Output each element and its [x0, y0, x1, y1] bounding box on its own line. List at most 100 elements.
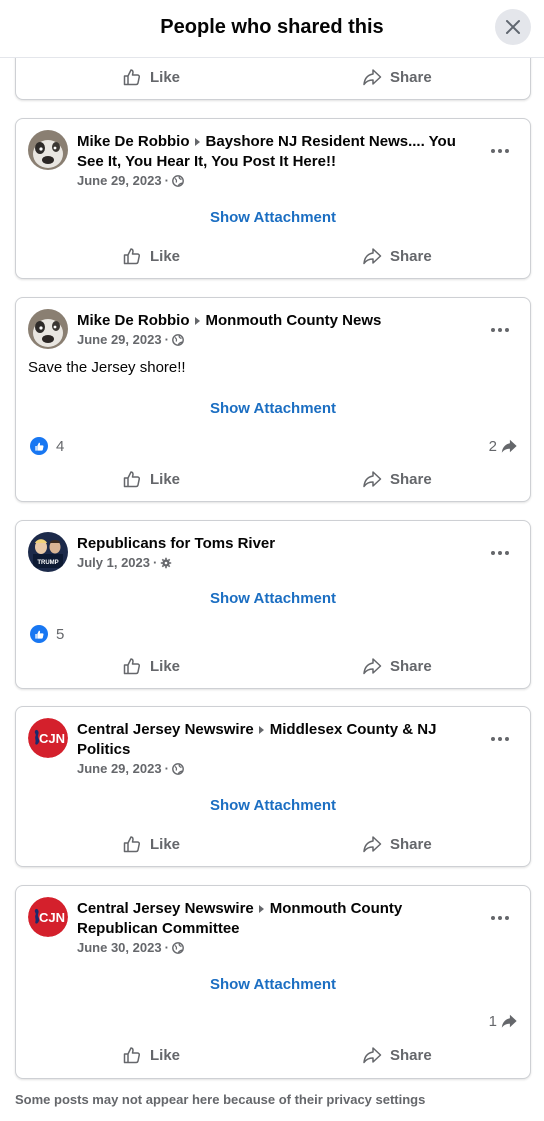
post-card: CJN Central Jersey Newswire Middlesex Cou…	[15, 706, 531, 867]
like-label: Like	[150, 835, 181, 853]
like-label: Like	[150, 657, 181, 675]
dog-avatar-icon	[28, 309, 68, 349]
globe-icon	[172, 763, 184, 775]
show-attachment-link[interactable]: Show Attachment	[16, 400, 530, 417]
cjn-logo-icon: CJN	[28, 718, 68, 758]
svg-text:CJN: CJN	[39, 731, 65, 746]
post-card: TRUMP Republicans for Toms River July 1,…	[15, 520, 531, 689]
share-label: Share	[390, 835, 432, 853]
like-icon	[123, 1047, 141, 1064]
post-card: Like Share	[15, 58, 531, 100]
like-icon	[123, 69, 141, 86]
share-label: Share	[390, 1046, 432, 1064]
post-card: CJN Central Jersey Newswire Monmouth Coun…	[15, 885, 531, 1079]
share-icon	[363, 658, 382, 675]
group-settings-icon	[161, 557, 172, 569]
author-name[interactable]: Central Jersey Newswire	[77, 900, 254, 917]
like-icon	[123, 836, 141, 853]
post-card: Mike De Robbio Monmouth County News June …	[15, 297, 531, 502]
show-attachment-link[interactable]: Show Attachment	[16, 797, 530, 814]
reaction-summary[interactable]: 5	[30, 625, 64, 643]
show-attachment-link[interactable]: Show Attachment	[16, 209, 530, 226]
more-options-icon[interactable]	[490, 915, 510, 921]
post-date[interactable]: June 29, 2023	[77, 173, 162, 188]
like-button[interactable]: Like	[122, 469, 180, 489]
share-icon	[363, 1047, 382, 1064]
caret-right-icon	[194, 137, 200, 146]
svg-text:CJN: CJN	[39, 910, 65, 925]
like-label: Like	[150, 1046, 181, 1064]
share-button[interactable]: Share	[362, 834, 432, 854]
caret-right-icon	[258, 904, 264, 913]
dialog-header: People who shared this	[0, 0, 544, 58]
share-button[interactable]: Share	[362, 469, 432, 489]
share-label: Share	[390, 68, 432, 86]
share-label: Share	[390, 470, 432, 488]
svg-text:TRUMP: TRUMP	[37, 560, 58, 566]
post-date[interactable]: June 30, 2023	[77, 940, 162, 955]
like-reaction-icon	[30, 625, 48, 643]
shares-list[interactable]: Like Share Mike De Robbio Bayshore NJ Res…	[0, 58, 544, 1083]
privacy-note: Some posts may not appear here because o…	[15, 1092, 426, 1107]
share-button[interactable]: Share	[362, 1045, 432, 1065]
globe-icon	[172, 942, 184, 954]
share-icon	[363, 248, 382, 265]
reaction-summary[interactable]: 4	[30, 437, 64, 455]
like-reaction-icon	[30, 437, 48, 455]
like-button[interactable]: Like	[122, 834, 180, 854]
share-label: Share	[390, 657, 432, 675]
post-text: Save the Jersey shore!!	[28, 359, 186, 376]
campaign-avatar-icon: TRUMP	[28, 532, 68, 572]
avatar[interactable]: CJN	[28, 897, 68, 937]
post-date[interactable]: June 29, 2023	[77, 332, 162, 347]
share-button[interactable]: Share	[362, 656, 432, 676]
more-options-icon[interactable]	[490, 327, 510, 333]
more-options-icon[interactable]	[490, 148, 510, 154]
cjn-logo-icon: CJN	[28, 897, 68, 937]
share-button[interactable]: Share	[362, 67, 432, 87]
share-filled-icon	[501, 1014, 517, 1028]
close-button[interactable]	[495, 9, 531, 45]
like-icon	[123, 248, 141, 265]
group-name[interactable]: Monmouth County News	[206, 312, 382, 329]
like-button[interactable]: Like	[122, 67, 180, 87]
post-date[interactable]: July 1, 2023	[77, 555, 150, 570]
like-button[interactable]: Like	[122, 1045, 180, 1065]
like-button[interactable]: Like	[122, 246, 180, 266]
share-label: Share	[390, 247, 432, 265]
like-button[interactable]: Like	[122, 656, 180, 676]
share-count[interactable]: 2	[489, 437, 518, 455]
globe-icon	[172, 334, 184, 346]
like-label: Like	[150, 68, 181, 86]
caret-right-icon	[194, 316, 200, 325]
reaction-count: 5	[56, 625, 65, 643]
avatar[interactable]: TRUMP	[28, 532, 68, 572]
share-button[interactable]: Share	[362, 246, 432, 266]
show-attachment-link[interactable]: Show Attachment	[16, 590, 530, 607]
more-options-icon[interactable]	[490, 736, 510, 742]
caret-right-icon	[258, 725, 264, 734]
share-icon	[363, 69, 382, 86]
post-date[interactable]: June 29, 2023	[77, 761, 162, 776]
like-label: Like	[150, 470, 181, 488]
avatar[interactable]	[28, 309, 68, 349]
avatar[interactable]: CJN	[28, 718, 68, 758]
like-icon	[123, 471, 141, 488]
dialog-title: People who shared this	[160, 16, 384, 38]
share-icon	[363, 836, 382, 853]
author-name[interactable]: Mike De Robbio	[77, 133, 190, 150]
author-name[interactable]: Mike De Robbio	[77, 312, 190, 329]
reaction-count: 4	[56, 437, 65, 455]
share-count[interactable]: 1	[489, 1012, 518, 1030]
show-attachment-link[interactable]: Show Attachment	[16, 976, 530, 993]
more-options-icon[interactable]	[490, 550, 510, 556]
post-card: Mike De Robbio Bayshore NJ Resident News.…	[15, 118, 531, 279]
dog-avatar-icon	[28, 130, 68, 170]
like-label: Like	[150, 247, 181, 265]
author-name[interactable]: Republicans for Toms River	[77, 535, 275, 552]
avatar[interactable]	[28, 130, 68, 170]
close-icon	[506, 20, 520, 34]
author-name[interactable]: Central Jersey Newswire	[77, 721, 254, 738]
share-icon	[363, 471, 382, 488]
like-icon	[123, 658, 141, 675]
